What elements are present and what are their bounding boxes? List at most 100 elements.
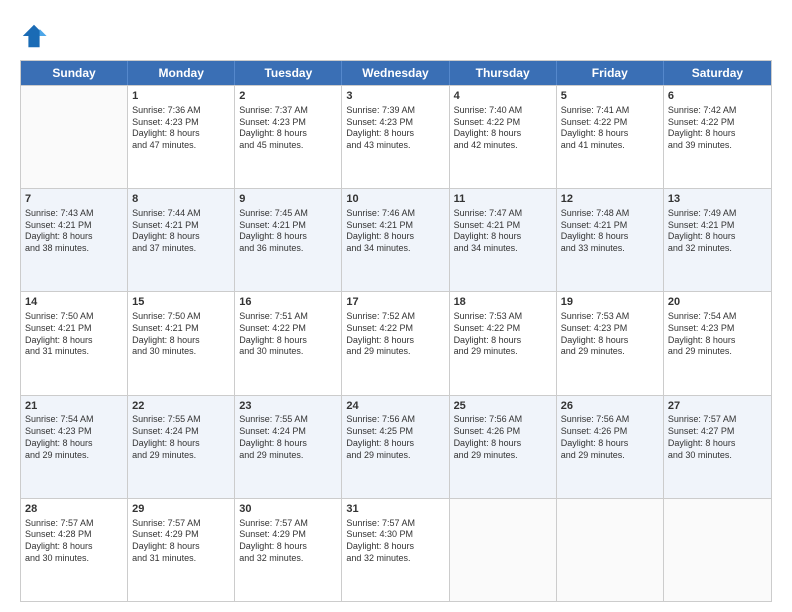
sun-info: Sunrise: 7:57 AMSunset: 4:29 PMDaylight:… [239, 518, 337, 565]
calendar-cell: 31Sunrise: 7:57 AMSunset: 4:30 PMDayligh… [342, 499, 449, 601]
sun-info: Sunrise: 7:37 AMSunset: 4:23 PMDaylight:… [239, 105, 337, 152]
day-number: 5 [561, 89, 659, 104]
day-number: 16 [239, 295, 337, 310]
day-number: 15 [132, 295, 230, 310]
calendar-header-day: Tuesday [235, 61, 342, 85]
calendar-cell: 20Sunrise: 7:54 AMSunset: 4:23 PMDayligh… [664, 292, 771, 394]
sun-info: Sunrise: 7:45 AMSunset: 4:21 PMDaylight:… [239, 208, 337, 255]
sun-info: Sunrise: 7:53 AMSunset: 4:22 PMDaylight:… [454, 311, 552, 358]
day-number: 30 [239, 502, 337, 517]
sun-info: Sunrise: 7:41 AMSunset: 4:22 PMDaylight:… [561, 105, 659, 152]
calendar-cell: 25Sunrise: 7:56 AMSunset: 4:26 PMDayligh… [450, 396, 557, 498]
day-number: 27 [668, 399, 767, 414]
calendar-header-day: Saturday [664, 61, 771, 85]
logo [20, 22, 52, 50]
calendar-cell: 15Sunrise: 7:50 AMSunset: 4:21 PMDayligh… [128, 292, 235, 394]
calendar-cell: 29Sunrise: 7:57 AMSunset: 4:29 PMDayligh… [128, 499, 235, 601]
sun-info: Sunrise: 7:51 AMSunset: 4:22 PMDaylight:… [239, 311, 337, 358]
day-number: 8 [132, 192, 230, 207]
calendar-header-day: Sunday [21, 61, 128, 85]
calendar-row: 7Sunrise: 7:43 AMSunset: 4:21 PMDaylight… [21, 188, 771, 291]
day-number: 25 [454, 399, 552, 414]
day-number: 13 [668, 192, 767, 207]
sun-info: Sunrise: 7:57 AMSunset: 4:27 PMDaylight:… [668, 414, 767, 461]
calendar-cell: 9Sunrise: 7:45 AMSunset: 4:21 PMDaylight… [235, 189, 342, 291]
day-number: 11 [454, 192, 552, 207]
sun-info: Sunrise: 7:54 AMSunset: 4:23 PMDaylight:… [25, 414, 123, 461]
calendar-cell: 18Sunrise: 7:53 AMSunset: 4:22 PMDayligh… [450, 292, 557, 394]
header [20, 18, 772, 50]
calendar-cell [664, 499, 771, 601]
sun-info: Sunrise: 7:56 AMSunset: 4:26 PMDaylight:… [561, 414, 659, 461]
calendar-cell: 27Sunrise: 7:57 AMSunset: 4:27 PMDayligh… [664, 396, 771, 498]
day-number: 10 [346, 192, 444, 207]
day-number: 6 [668, 89, 767, 104]
day-number: 4 [454, 89, 552, 104]
day-number: 22 [132, 399, 230, 414]
calendar-cell: 19Sunrise: 7:53 AMSunset: 4:23 PMDayligh… [557, 292, 664, 394]
page: SundayMondayTuesdayWednesdayThursdayFrid… [0, 0, 792, 612]
calendar-cell: 21Sunrise: 7:54 AMSunset: 4:23 PMDayligh… [21, 396, 128, 498]
day-number: 7 [25, 192, 123, 207]
sun-info: Sunrise: 7:57 AMSunset: 4:30 PMDaylight:… [346, 518, 444, 565]
day-number: 29 [132, 502, 230, 517]
sun-info: Sunrise: 7:53 AMSunset: 4:23 PMDaylight:… [561, 311, 659, 358]
day-number: 18 [454, 295, 552, 310]
sun-info: Sunrise: 7:50 AMSunset: 4:21 PMDaylight:… [132, 311, 230, 358]
calendar-cell: 6Sunrise: 7:42 AMSunset: 4:22 PMDaylight… [664, 86, 771, 188]
calendar-cell: 1Sunrise: 7:36 AMSunset: 4:23 PMDaylight… [128, 86, 235, 188]
day-number: 26 [561, 399, 659, 414]
day-number: 9 [239, 192, 337, 207]
calendar-row: 14Sunrise: 7:50 AMSunset: 4:21 PMDayligh… [21, 291, 771, 394]
sun-info: Sunrise: 7:56 AMSunset: 4:26 PMDaylight:… [454, 414, 552, 461]
sun-info: Sunrise: 7:57 AMSunset: 4:28 PMDaylight:… [25, 518, 123, 565]
calendar-header-row: SundayMondayTuesdayWednesdayThursdayFrid… [21, 61, 771, 85]
sun-info: Sunrise: 7:44 AMSunset: 4:21 PMDaylight:… [132, 208, 230, 255]
day-number: 19 [561, 295, 659, 310]
calendar-cell: 22Sunrise: 7:55 AMSunset: 4:24 PMDayligh… [128, 396, 235, 498]
calendar-cell: 26Sunrise: 7:56 AMSunset: 4:26 PMDayligh… [557, 396, 664, 498]
calendar-row: 21Sunrise: 7:54 AMSunset: 4:23 PMDayligh… [21, 395, 771, 498]
sun-info: Sunrise: 7:55 AMSunset: 4:24 PMDaylight:… [239, 414, 337, 461]
calendar-cell: 2Sunrise: 7:37 AMSunset: 4:23 PMDaylight… [235, 86, 342, 188]
sun-info: Sunrise: 7:56 AMSunset: 4:25 PMDaylight:… [346, 414, 444, 461]
sun-info: Sunrise: 7:47 AMSunset: 4:21 PMDaylight:… [454, 208, 552, 255]
day-number: 2 [239, 89, 337, 104]
sun-info: Sunrise: 7:46 AMSunset: 4:21 PMDaylight:… [346, 208, 444, 255]
calendar-cell: 28Sunrise: 7:57 AMSunset: 4:28 PMDayligh… [21, 499, 128, 601]
calendar-cell [557, 499, 664, 601]
calendar-cell: 23Sunrise: 7:55 AMSunset: 4:24 PMDayligh… [235, 396, 342, 498]
sun-info: Sunrise: 7:42 AMSunset: 4:22 PMDaylight:… [668, 105, 767, 152]
calendar-cell: 7Sunrise: 7:43 AMSunset: 4:21 PMDaylight… [21, 189, 128, 291]
sun-info: Sunrise: 7:54 AMSunset: 4:23 PMDaylight:… [668, 311, 767, 358]
logo-icon [20, 22, 48, 50]
day-number: 3 [346, 89, 444, 104]
calendar-cell: 13Sunrise: 7:49 AMSunset: 4:21 PMDayligh… [664, 189, 771, 291]
calendar-cell: 3Sunrise: 7:39 AMSunset: 4:23 PMDaylight… [342, 86, 449, 188]
calendar-cell: 30Sunrise: 7:57 AMSunset: 4:29 PMDayligh… [235, 499, 342, 601]
calendar-cell: 5Sunrise: 7:41 AMSunset: 4:22 PMDaylight… [557, 86, 664, 188]
day-number: 14 [25, 295, 123, 310]
day-number: 31 [346, 502, 444, 517]
calendar-cell [21, 86, 128, 188]
day-number: 20 [668, 295, 767, 310]
day-number: 17 [346, 295, 444, 310]
sun-info: Sunrise: 7:43 AMSunset: 4:21 PMDaylight:… [25, 208, 123, 255]
day-number: 28 [25, 502, 123, 517]
day-number: 21 [25, 399, 123, 414]
calendar-cell: 14Sunrise: 7:50 AMSunset: 4:21 PMDayligh… [21, 292, 128, 394]
calendar: SundayMondayTuesdayWednesdayThursdayFrid… [20, 60, 772, 602]
day-number: 24 [346, 399, 444, 414]
calendar-cell: 12Sunrise: 7:48 AMSunset: 4:21 PMDayligh… [557, 189, 664, 291]
calendar-cell: 24Sunrise: 7:56 AMSunset: 4:25 PMDayligh… [342, 396, 449, 498]
calendar-cell: 11Sunrise: 7:47 AMSunset: 4:21 PMDayligh… [450, 189, 557, 291]
day-number: 12 [561, 192, 659, 207]
sun-info: Sunrise: 7:50 AMSunset: 4:21 PMDaylight:… [25, 311, 123, 358]
sun-info: Sunrise: 7:55 AMSunset: 4:24 PMDaylight:… [132, 414, 230, 461]
sun-info: Sunrise: 7:36 AMSunset: 4:23 PMDaylight:… [132, 105, 230, 152]
calendar-cell: 16Sunrise: 7:51 AMSunset: 4:22 PMDayligh… [235, 292, 342, 394]
calendar-row: 28Sunrise: 7:57 AMSunset: 4:28 PMDayligh… [21, 498, 771, 601]
calendar-body: 1Sunrise: 7:36 AMSunset: 4:23 PMDaylight… [21, 85, 771, 601]
calendar-header-day: Monday [128, 61, 235, 85]
day-number: 23 [239, 399, 337, 414]
